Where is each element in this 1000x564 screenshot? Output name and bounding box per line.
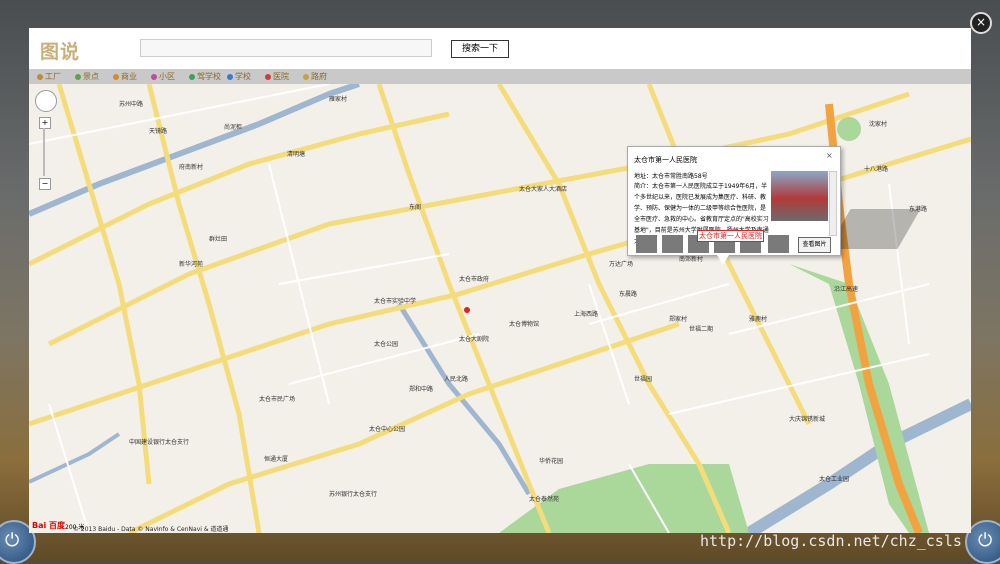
map-place-label[interactable]: 太仓市民广场 xyxy=(259,394,295,403)
category-filter[interactable]: 景点 xyxy=(75,71,99,82)
map-place-label[interactable]: 清明塘 xyxy=(287,149,305,158)
zoom-slider[interactable] xyxy=(43,128,45,176)
header: 图说 搜索一下 xyxy=(29,28,971,69)
map-place-label[interactable]: 大庆锦锈新城 xyxy=(789,414,825,423)
map-place-label[interactable]: 华侨花园 xyxy=(539,456,563,465)
popup-tail xyxy=(717,255,729,265)
map-place-label[interactable]: 中国建设银行太仓支行 xyxy=(129,437,189,446)
popup-photo xyxy=(771,171,828,221)
map-place-label[interactable]: 恒通大厦 xyxy=(264,454,288,463)
map-place-label[interactable]: 太仓中心公园 xyxy=(369,424,405,433)
category-dot-icon xyxy=(303,73,309,80)
map-place-label[interactable]: 天镜路 xyxy=(149,126,167,135)
category-label: 小区 xyxy=(159,72,175,81)
map-place-label[interactable]: 郑和中路 xyxy=(409,384,433,393)
overlay-close-button[interactable]: × xyxy=(970,12,992,34)
thumbnail[interactable] xyxy=(662,235,683,253)
search-button[interactable]: 搜索一下 xyxy=(451,40,509,58)
map-copyright: © 2013 Baidu - Data © NavInfo & CenNavi … xyxy=(73,526,229,533)
map-place-label[interactable]: 上海西路 xyxy=(574,309,598,318)
map-place-label[interactable]: 沈家村 xyxy=(869,119,887,128)
category-dot-icon xyxy=(37,73,43,80)
category-label: 景点 xyxy=(83,72,99,81)
map-place-label[interactable]: 郑家村 xyxy=(669,314,687,323)
category-filter[interactable]: 学校 xyxy=(227,71,251,82)
map-place-label[interactable]: 世福园 xyxy=(634,374,652,383)
view-photos-button[interactable]: 查看图片 xyxy=(798,237,831,253)
map-place-label[interactable]: 新华河苑 xyxy=(179,259,203,268)
map-place-label[interactable]: 十八港路 xyxy=(864,164,888,173)
map-place-label[interactable]: 群灶田 xyxy=(209,234,227,243)
zoom-in-button[interactable]: + xyxy=(39,117,51,129)
baidu-logo: Bai 百度 xyxy=(32,521,66,530)
popup-scrollbar[interactable] xyxy=(829,171,837,236)
category-dot-icon xyxy=(151,73,157,80)
map-place-label[interactable]: 苏州中路 xyxy=(119,99,143,108)
category-filter[interactable]: 工厂 xyxy=(37,71,61,82)
category-filter[interactable]: 驾学校 xyxy=(189,71,221,82)
map-place-label[interactable]: 太仓公园 xyxy=(374,339,398,348)
category-filter[interactable]: 商业 xyxy=(113,71,137,82)
category-label: 学校 xyxy=(235,72,251,81)
zoom-out-button[interactable]: − xyxy=(39,178,51,190)
map-place-label[interactable]: 苏州银行太仓支行 xyxy=(329,489,377,498)
map-place-label[interactable]: 太仓大剧院 xyxy=(459,334,489,343)
search-input[interactable] xyxy=(140,39,432,57)
map-place-label[interactable]: 太仓大家人大酒店 xyxy=(519,184,567,193)
category-filter[interactable]: 路府 xyxy=(303,71,327,82)
app-logo: 图说 xyxy=(40,41,81,63)
map-place-label[interactable]: 沿江高速 xyxy=(834,284,858,293)
category-label: 医院 xyxy=(273,72,289,81)
category-bar: 工厂 景点 商业 小区 驾学校 学校 医院 路府 xyxy=(29,69,971,84)
category-filter[interactable]: 小区 xyxy=(151,71,175,82)
map-pan-control[interactable] xyxy=(35,90,57,112)
popup-address: 地址：太仓市常胜南路58号 xyxy=(634,173,708,180)
map-place-label[interactable]: 太仓市政府 xyxy=(459,274,489,283)
category-filter[interactable]: 医院 xyxy=(265,71,289,82)
category-label: 路府 xyxy=(311,72,327,81)
map-place-label[interactable]: 世福二期 xyxy=(689,324,713,333)
popup-title: 太仓市第一人民医院 xyxy=(634,156,697,164)
map-place-label[interactable]: 万达广场 xyxy=(609,259,633,268)
map-place-label[interactable]: 府南新村 xyxy=(179,162,203,171)
map-place-label[interactable]: 尚泥柜 xyxy=(224,122,242,131)
map-place-label[interactable]: 太仓工业园 xyxy=(819,474,849,483)
map-canvas[interactable]: + − 雁家村尚泥柜苏州中路天镜路府南新村清明塘东阁太仓大家人大酒店太仓市第一人… xyxy=(29,84,971,533)
map-window: 图说 搜索一下 工厂 景点 商业 小区 驾学校 学校 医院 路府 + − 雁家村… xyxy=(29,28,971,533)
map-place-label[interactable]: 东阁 xyxy=(409,202,421,211)
map-place-label[interactable]: 雅鹿村 xyxy=(749,314,767,323)
thumbnail[interactable] xyxy=(768,235,789,253)
thumbnail[interactable] xyxy=(636,235,657,253)
map-place-label[interactable]: 太仓博物馆 xyxy=(509,319,539,328)
category-dot-icon xyxy=(189,73,195,80)
map-place-label[interactable]: 太仓市实验中学 xyxy=(374,296,416,305)
category-dot-icon xyxy=(113,73,119,80)
popup-close-button[interactable]: × xyxy=(826,151,833,160)
marker-label[interactable]: 太仓市第一人民医院 xyxy=(697,230,764,242)
map-place-label[interactable]: 雁家村 xyxy=(329,94,347,103)
map-place-label[interactable]: 人民北路 xyxy=(444,374,468,383)
watermark-text: http://blog.csdn.net/chz_csls xyxy=(700,532,962,550)
category-label: 商业 xyxy=(121,72,137,81)
category-dot-icon xyxy=(265,73,271,80)
category-dot-icon xyxy=(75,73,81,80)
category-dot-icon xyxy=(227,73,233,80)
category-label: 工厂 xyxy=(45,72,61,81)
map-place-label[interactable]: 东晨路 xyxy=(619,289,637,298)
category-label: 驾学校 xyxy=(197,72,221,81)
map-place-label[interactable]: 太仓泰然苑 xyxy=(529,494,559,503)
